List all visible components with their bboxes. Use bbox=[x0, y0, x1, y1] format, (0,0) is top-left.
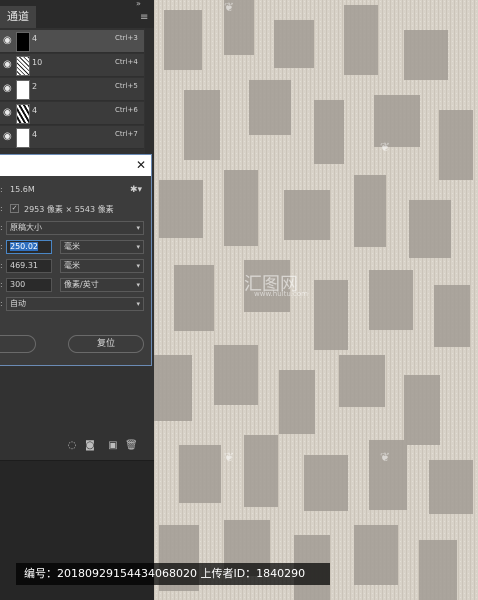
channel-thumbnail bbox=[16, 104, 30, 124]
eye-icon[interactable]: ◉ bbox=[3, 36, 13, 46]
dialog-titlebar[interactable]: ✕ bbox=[0, 155, 151, 176]
channel-thumbnail bbox=[16, 56, 30, 76]
label-colon: : bbox=[0, 204, 3, 213]
channel-name: 2 bbox=[32, 82, 38, 91]
watermark-icon: ❦ bbox=[380, 450, 391, 464]
fabric-texture bbox=[154, 0, 478, 600]
channel-row[interactable]: ◉ 2 Ctrl+5 bbox=[0, 78, 144, 101]
channel-thumbnail bbox=[16, 128, 30, 148]
mask-icon[interactable]: ◙ bbox=[84, 440, 96, 452]
gear-icon[interactable]: ✱▾ bbox=[130, 185, 142, 195]
chevron-down-icon: ▾ bbox=[136, 300, 140, 308]
menu-lines-icon[interactable]: ≡ bbox=[140, 13, 150, 23]
watermark-url: www.huitu.com bbox=[254, 290, 308, 298]
channel-shortcut: Ctrl+3 bbox=[115, 34, 138, 42]
resolution-unit-select[interactable]: 像素/英寸 ▾ bbox=[60, 278, 144, 292]
image-size-value: 15.6M bbox=[10, 185, 35, 194]
label-colon: : bbox=[0, 242, 3, 251]
watermark-icon: ❦ bbox=[224, 450, 235, 464]
ok-button[interactable] bbox=[0, 335, 36, 353]
height-unit: 毫米 bbox=[64, 261, 80, 270]
label-colon: : bbox=[0, 261, 3, 270]
fit-to-value: 原稿大小 bbox=[10, 223, 42, 232]
channel-row[interactable]: ◉ 4 Ctrl+6 bbox=[0, 102, 144, 125]
trash-icon[interactable]: 🗑 bbox=[125, 440, 138, 452]
chevron-down-icon: ▾ bbox=[136, 224, 140, 232]
eye-icon[interactable]: ◉ bbox=[3, 84, 13, 94]
height-input[interactable]: 469.31 bbox=[6, 259, 52, 273]
channel-shortcut: Ctrl+6 bbox=[115, 106, 138, 114]
channel-name: 4 bbox=[32, 34, 38, 43]
channel-name: 4 bbox=[32, 106, 38, 115]
image-canvas[interactable]: ❦ ❦ 汇图网 www.huitu.com ❦ ❦ bbox=[154, 0, 478, 600]
eye-icon[interactable]: ◉ bbox=[3, 60, 13, 70]
watermark-icon: ❦ bbox=[380, 140, 391, 154]
eye-icon[interactable]: ◉ bbox=[3, 132, 13, 142]
dotted-circle-icon[interactable]: ◌ bbox=[66, 440, 78, 452]
width-input[interactable]: 250.02 bbox=[6, 240, 52, 254]
image-caption: 编号：20180929154434068020 上传者ID：1840290 bbox=[16, 563, 330, 585]
channel-name: 4 bbox=[32, 130, 38, 139]
fit-to-select[interactable]: 原稿大小 ▾ bbox=[6, 221, 144, 235]
chevron-down-icon: ▾ bbox=[136, 262, 140, 270]
channel-row[interactable]: ◉ 4 Ctrl+3 bbox=[0, 30, 144, 53]
resolution-input[interactable]: 300 bbox=[6, 278, 52, 292]
new-channel-icon[interactable]: ▣ bbox=[107, 440, 119, 452]
label-colon: : bbox=[0, 299, 3, 308]
chevron-down-icon: ▾ bbox=[136, 281, 140, 289]
channel-row[interactable]: ◉ 4 Ctrl+7 bbox=[0, 126, 144, 149]
width-value: 250.02 bbox=[10, 242, 38, 251]
resolution-value: 300 bbox=[10, 280, 26, 289]
close-icon[interactable]: ✕ bbox=[134, 158, 148, 172]
channel-shortcut: Ctrl+5 bbox=[115, 82, 138, 90]
label-colon: : bbox=[0, 280, 3, 289]
chevron-down-icon: ▾ bbox=[136, 243, 140, 251]
width-unit: 毫米 bbox=[64, 242, 80, 251]
watermark-icon: ❦ bbox=[224, 0, 235, 14]
dimensions-value: 2953 像素 × 5543 像素 bbox=[24, 205, 114, 214]
channel-row[interactable]: ◉ 10 Ctrl+4 bbox=[0, 54, 144, 77]
height-value: 469.31 bbox=[10, 261, 38, 270]
collapse-icon[interactable]: » bbox=[136, 0, 154, 8]
panel-header: 通道 » ≡ bbox=[0, 0, 154, 28]
constrain-checkbox[interactable]: ✓ bbox=[10, 204, 19, 213]
height-unit-select[interactable]: 毫米 ▾ bbox=[60, 259, 144, 273]
width-unit-select[interactable]: 毫米 ▾ bbox=[60, 240, 144, 254]
channel-thumbnail bbox=[16, 80, 30, 100]
resolution-unit: 像素/英寸 bbox=[64, 280, 99, 289]
channel-shortcut: Ctrl+7 bbox=[115, 130, 138, 138]
eye-icon[interactable]: ◉ bbox=[3, 108, 13, 118]
resample-value: 自动 bbox=[10, 299, 26, 308]
channel-name: 10 bbox=[32, 58, 43, 67]
reset-button[interactable]: 复位 bbox=[68, 335, 144, 353]
channel-shortcut: Ctrl+4 bbox=[115, 58, 138, 66]
channel-thumbnail bbox=[16, 32, 30, 52]
tab-channels[interactable]: 通道 bbox=[0, 6, 36, 28]
resample-select[interactable]: 自动 ▾ bbox=[6, 297, 144, 311]
image-size-dialog: ✕ : 15.6M ✱▾ : ✓ 2953 像素 × 5543 像素 : 原稿大… bbox=[0, 154, 152, 366]
panel-scrollbar[interactable] bbox=[145, 28, 154, 158]
label-colon: : bbox=[0, 185, 3, 194]
label-colon: : bbox=[0, 223, 3, 232]
